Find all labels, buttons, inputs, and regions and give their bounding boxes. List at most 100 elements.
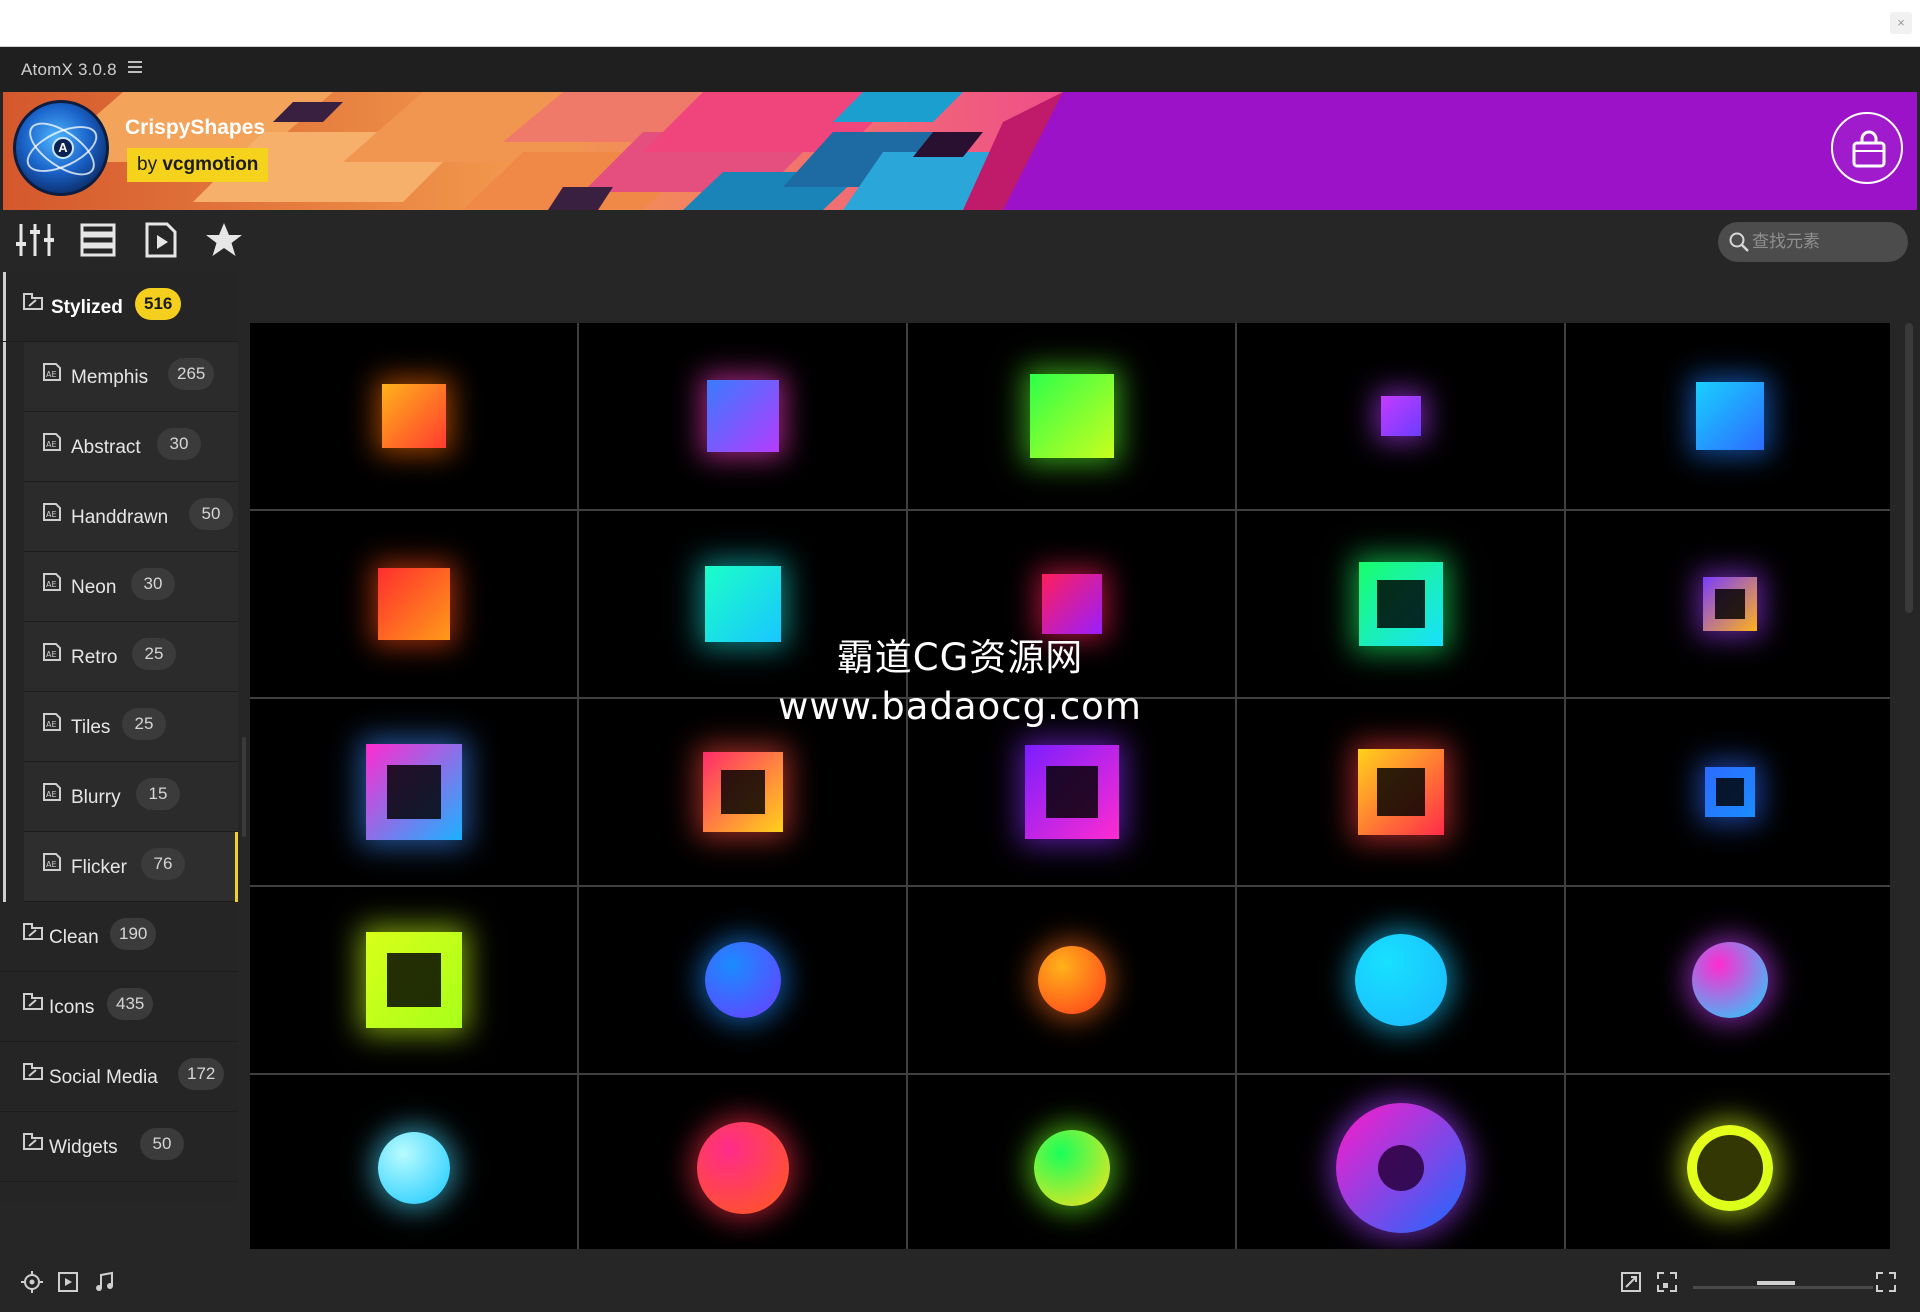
thumbnail-item[interactable] [1566,1075,1890,1249]
svg-text:AE: AE [46,790,57,799]
folder-link-icon [23,1063,43,1080]
circle-preview-shape [377,1132,450,1204]
preview-icon[interactable] [141,220,181,260]
hollow-square-preview-shape [1704,767,1755,817]
music-icon[interactable] [93,1271,115,1293]
subcategory-label: Neon [71,577,117,598]
video-icon[interactable] [57,1271,79,1293]
pack-name: CrispyShapes [125,116,266,139]
subcategory-abstract[interactable]: AE Abstract 30 [24,412,238,482]
watermark-line1: 霸道CG资源网 [836,636,1084,679]
subcategory-count-badge: 30 [157,428,201,460]
folder-link-icon [23,923,43,940]
thumbnail-item[interactable] [1566,699,1890,885]
category-widgets[interactable]: Widgets 50 [0,1112,238,1182]
thumbnail-item[interactable] [250,887,577,1073]
subcategory-blurry[interactable]: AE Blurry 15 [24,762,238,832]
subcategory-count-badge: 15 [136,778,180,810]
square-preview-shape [1041,574,1102,634]
ae-file-icon: AE [43,363,61,381]
hollow-square-preview-shape [1358,562,1443,646]
circle-preview-shape [1037,946,1106,1014]
watermark-line2: www.badaocg.com [778,685,1142,728]
category-stylized[interactable]: Stylized 516 [0,272,238,342]
circle-preview-shape [1691,942,1768,1018]
thumbnail-item[interactable] [250,1075,577,1249]
category-count-badge: 190 [110,918,157,950]
ae-file-icon: AE [43,573,61,591]
search-box[interactable] [1718,222,1908,262]
subcategory-count-badge: 25 [122,708,166,740]
subcategory-label: Tiles [71,717,111,738]
thumbnail-item[interactable] [250,511,577,697]
ae-file-icon: AE [43,783,61,801]
atomx-panel: AtomX 3.0.8 A CrispyShapes by vcgmotion … [0,47,1920,1312]
folder-link-icon [23,993,43,1010]
subcategory-neon[interactable]: AE Neon 30 [24,552,238,622]
thumbnail-item[interactable] [579,323,906,509]
thumbnail-item[interactable] [1237,511,1564,697]
category-clean[interactable]: Clean 190 [0,902,238,972]
zoom-slider-thumb[interactable] [1756,1281,1795,1285]
thumbnail-item[interactable] [1566,511,1890,697]
thumbnail-item[interactable] [908,887,1235,1073]
subcategory-tiles[interactable]: AE Tiles 25 [24,692,238,762]
ae-file-icon: AE [43,853,61,871]
subcategory-memphis[interactable]: AE Memphis 265 [24,342,238,412]
hamburger-menu-icon[interactable] [128,61,142,75]
banner-artwork [3,92,1917,210]
status-bar [0,1249,1920,1312]
category-label: Clean [49,927,99,948]
subcategory-count-badge: 30 [131,568,175,600]
expanded-group-indicator [3,272,6,902]
author-badge[interactable]: by vcgmotion [127,148,269,182]
category-sidebar: Stylized 516 AE Memphis 265 AE Abstract … [0,272,238,1202]
hollow-square-preview-shape [702,752,783,832]
thumbnail-item[interactable] [1566,323,1890,509]
svg-text:AE: AE [46,720,57,729]
thumbnail-item[interactable] [1566,887,1890,1073]
grid-scrollbar[interactable] [1905,323,1913,613]
thumbnail-item[interactable] [250,323,577,509]
title-bar: AtomX 3.0.8 [0,47,1920,92]
thumbnail-item[interactable] [579,1075,906,1249]
author-prefix: by [137,154,158,175]
circle-preview-shape [696,1122,789,1214]
subcategory-flicker[interactable]: AE Flicker 76 [24,832,238,902]
category-icons[interactable]: Icons 435 [0,972,238,1042]
toolbar [0,210,1920,270]
hollow-square-preview-shape [1357,749,1444,835]
thumbnail-item[interactable] [1237,323,1564,509]
thumbnail-item[interactable] [1237,699,1564,885]
thumbnail-item[interactable] [250,699,577,885]
category-social-media[interactable]: Social Media 172 [0,1042,238,1112]
subcategory-handdrawn[interactable]: AE Handdrawn 50 [24,482,238,552]
zoom-slider[interactable] [1693,1286,1873,1289]
target-icon[interactable] [21,1271,43,1293]
sliders-icon[interactable] [15,220,55,260]
subcategory-count-badge: 265 [168,358,215,390]
svg-text:AE: AE [46,510,57,519]
circle-preview-shape [1354,934,1447,1026]
author-name: vcgmotion [162,154,259,175]
fullscreen-icon[interactable] [1875,1271,1897,1293]
thumbnail-item[interactable] [1237,887,1564,1073]
category-count-badge: 172 [178,1058,225,1090]
sidebar-scrollbar[interactable] [242,737,246,837]
favorites-star-icon[interactable] [204,220,244,260]
subcategory-count-badge: 76 [141,848,185,880]
fit-icon[interactable] [1620,1271,1642,1293]
thumbnail-item[interactable] [579,887,906,1073]
subcategory-label: Blurry [71,787,121,808]
shape-hole [1045,766,1098,818]
store-button[interactable] [1831,112,1903,184]
thumbnail-item[interactable] [1237,1075,1564,1249]
host-close-icon[interactable]: × [1890,12,1912,34]
shape-hole [1714,589,1745,619]
expand-icon[interactable] [1656,1271,1678,1293]
search-input[interactable] [1752,228,1900,256]
thumbnail-item[interactable] [908,1075,1235,1249]
thumbnail-item[interactable] [908,323,1235,509]
subcategory-retro[interactable]: AE Retro 25 [24,622,238,692]
list-view-icon[interactable] [78,220,118,260]
